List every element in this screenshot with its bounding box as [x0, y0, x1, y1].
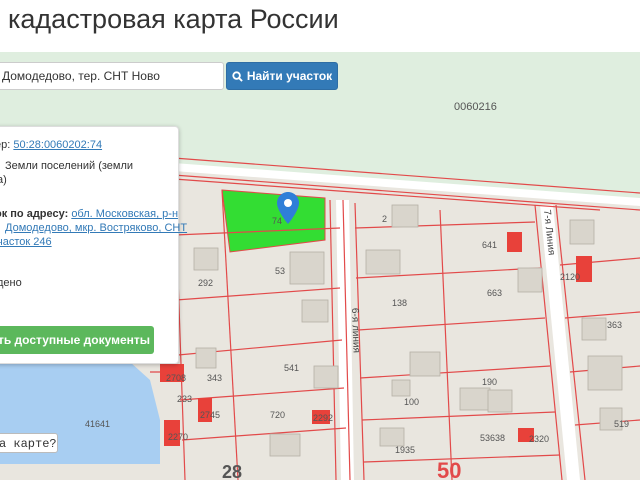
- plot-label-292: 292: [198, 278, 213, 288]
- header: кадастровая карта России: [0, 0, 640, 52]
- find-plot-label: Найти участок: [246, 69, 333, 83]
- building-5: [365, 249, 401, 275]
- plot-label-343: 343: [207, 373, 222, 383]
- plot-label-100: 100: [404, 397, 419, 407]
- plot-label-233: 233: [177, 394, 192, 404]
- building-4: [391, 204, 419, 228]
- cadastral-number-label: ер:: [0, 139, 11, 151]
- address-link-line3[interactable]: часток 246: [0, 234, 52, 250]
- address-link-line1[interactable]: обл. Московская, р-н: [71, 208, 178, 220]
- building-6: [517, 267, 543, 293]
- building-2: [289, 251, 325, 285]
- street-label-6: 6-я линия: [349, 308, 362, 353]
- big-number-label: 50: [437, 458, 461, 480]
- search-icon: [232, 70, 243, 82]
- building-11: [487, 389, 513, 413]
- plot-label-2745: 2745: [200, 410, 220, 420]
- building-18: [313, 365, 339, 389]
- building-8: [581, 317, 607, 341]
- building-13: [391, 379, 411, 397]
- plot-label-41641: 41641: [85, 419, 110, 429]
- building-14: [379, 427, 405, 447]
- plot-label-519: 519: [614, 419, 629, 429]
- building-7: [569, 219, 595, 245]
- plot-label-641: 641: [482, 240, 497, 250]
- building-641: [507, 232, 522, 252]
- plot-label-2320: 2320: [529, 434, 549, 444]
- plot-label-663: 663: [487, 288, 502, 298]
- plot-label-53: 53: [275, 266, 285, 276]
- building-1: [193, 247, 219, 271]
- plot-label-1935: 1935: [395, 445, 415, 455]
- map-question-button[interactable]: а карте?: [0, 433, 58, 453]
- building-3: [301, 299, 329, 323]
- category-line1: Земли поселений (земли: [5, 160, 134, 172]
- building-12: [409, 351, 441, 377]
- page-title: кадастровая карта России: [8, 4, 339, 34]
- plot-label-2: 2: [382, 214, 387, 224]
- building-16: [195, 347, 217, 369]
- plot-label-363: 363: [607, 320, 622, 330]
- status-text: дено: [0, 277, 22, 289]
- building-9: [587, 355, 623, 391]
- plot-label-2708: 2708: [166, 373, 186, 383]
- plot-label-53638: 53638: [480, 433, 505, 443]
- building-10: [459, 387, 491, 411]
- plot-label-190: 190: [482, 377, 497, 387]
- cadastral-number-row: ер: 50:28:0060202:74: [0, 137, 102, 153]
- category-line2: а): [0, 174, 7, 186]
- find-plot-button[interactable]: Найти участок: [226, 62, 338, 90]
- block-label: 0060216: [454, 101, 497, 113]
- plot-label-541: 541: [284, 363, 299, 373]
- building-15: [269, 433, 301, 457]
- plot-label-2292: 2292: [313, 413, 333, 423]
- plot-label-720: 720: [270, 410, 285, 420]
- map-marker-icon[interactable]: [277, 192, 299, 224]
- plot-label-2270: 2270: [168, 432, 188, 442]
- get-documents-button[interactable]: ть доступные документы: [0, 326, 154, 354]
- address-label: ок по адресу:: [0, 208, 69, 220]
- plot-label-28: 28: [222, 462, 242, 480]
- plot-label-2120: 2120: [560, 272, 580, 282]
- search-input[interactable]: [0, 62, 224, 90]
- cadastral-number-link[interactable]: 50:28:0060202:74: [13, 139, 102, 151]
- plot-label-138: 138: [392, 298, 407, 308]
